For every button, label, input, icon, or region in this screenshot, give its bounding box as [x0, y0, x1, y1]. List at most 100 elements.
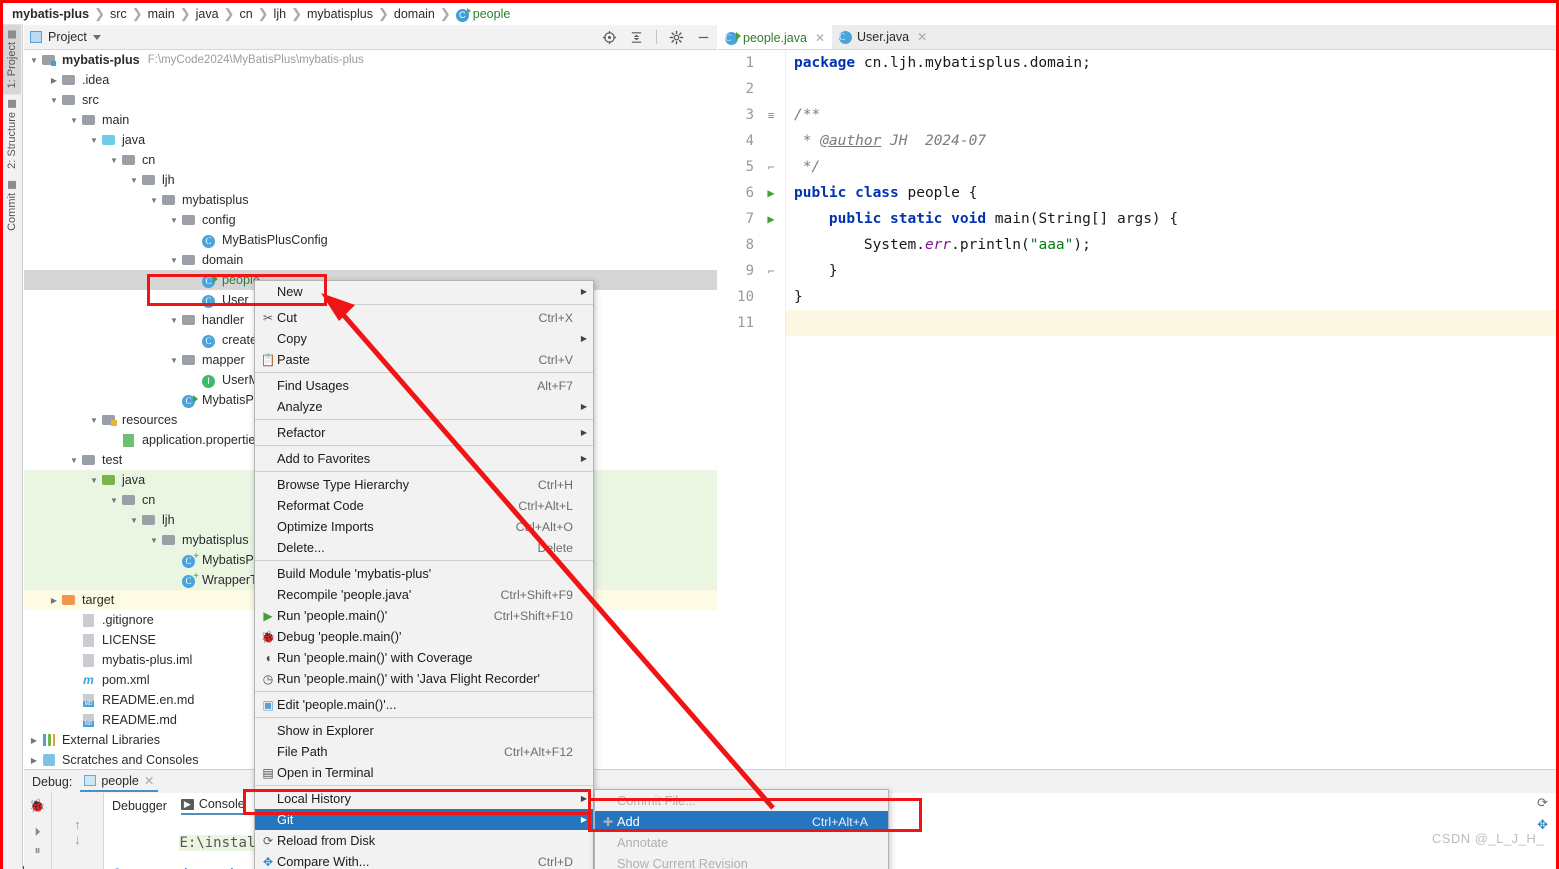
- chevron-right-icon[interactable]: ▶: [28, 736, 40, 745]
- code-line[interactable]: }: [786, 284, 1556, 310]
- code-line[interactable]: */: [786, 154, 1556, 180]
- tree-node[interactable]: ▶ .idea: [24, 70, 717, 90]
- chevron-down-icon[interactable]: ▼: [128, 176, 140, 185]
- chevron-down-icon[interactable]: ▼: [148, 536, 160, 545]
- debug-bug-icon[interactable]: 🐞: [24, 793, 51, 819]
- chevron-right-icon[interactable]: ▶: [28, 756, 40, 765]
- breadcrumb-leaf[interactable]: people: [473, 7, 511, 21]
- tab-debugger[interactable]: Debugger: [112, 799, 167, 813]
- chevron-down-icon[interactable]: ▼: [168, 356, 180, 365]
- menu-item[interactable]: Annotate: [595, 832, 888, 853]
- editor-tab-bar[interactable]: Cpeople.java ✕ C User.java ✕: [718, 24, 1556, 50]
- breadcrumb-item[interactable]: cn: [239, 7, 252, 21]
- chevron-down-icon[interactable]: ▼: [128, 516, 140, 525]
- tree-node[interactable]: ▼ domain: [24, 250, 717, 270]
- chevron-right-icon[interactable]: ▶: [48, 76, 60, 85]
- code-line[interactable]: }: [786, 258, 1556, 284]
- menu-item[interactable]: File Path Ctrl+Alt+F12: [255, 741, 593, 762]
- chevron-down-icon[interactable]: ▼: [88, 476, 100, 485]
- tree-node[interactable]: ▼ ljh: [24, 170, 717, 190]
- editor-tab[interactable]: Cpeople.java ✕: [718, 24, 833, 49]
- run-gutter-icon[interactable]: ▶: [758, 212, 784, 226]
- menu-item[interactable]: New ▶: [255, 281, 593, 302]
- chevron-down-icon[interactable]: ▼: [28, 56, 40, 65]
- git-submenu[interactable]: Commit File... ✚ Add Ctrl+Alt+A Annotate Show…: [594, 789, 889, 869]
- chevron-down-icon[interactable]: [92, 34, 101, 40]
- menu-item[interactable]: Copy ▶: [255, 328, 593, 349]
- chevron-down-icon[interactable]: ▼: [168, 256, 180, 265]
- debug-session-tab[interactable]: people ✕: [80, 771, 159, 792]
- chevron-down-icon[interactable]: ▼: [88, 136, 100, 145]
- breadcrumb-item[interactable]: src: [110, 7, 127, 21]
- breadcrumb-item[interactable]: java: [196, 7, 219, 21]
- menu-item[interactable]: ✚ Add Ctrl+Alt+A: [595, 811, 888, 832]
- tree-node[interactable]: C MyBatisPlusConfig: [24, 230, 717, 250]
- tool-window-button-commit[interactable]: Commit: [3, 175, 21, 237]
- menu-item[interactable]: ▶ Run 'people.main()' Ctrl+Shift+F10: [255, 605, 593, 626]
- pause-icon[interactable]: ⏸: [24, 843, 51, 858]
- step-down-icon[interactable]: ↓: [52, 832, 103, 847]
- menu-item[interactable]: 🐞 Debug 'people.main()': [255, 626, 593, 647]
- chevron-down-icon[interactable]: ▼: [68, 116, 80, 125]
- tree-node[interactable]: ▼ main: [24, 110, 717, 130]
- menu-item[interactable]: ▤ Open in Terminal: [255, 762, 593, 783]
- chevron-down-icon[interactable]: ▼: [48, 96, 60, 105]
- tool-window-button-project[interactable]: 1: Project: [3, 24, 21, 95]
- code-line[interactable]: public static void main(String[] args) {: [786, 206, 1556, 232]
- chevron-down-icon[interactable]: ▼: [168, 216, 180, 225]
- code-line[interactable]: [786, 76, 1556, 102]
- settings-gear-icon[interactable]: [669, 30, 684, 45]
- menu-item[interactable]: Show in Explorer: [255, 720, 593, 741]
- breadcrumb-item[interactable]: domain: [394, 7, 435, 21]
- menu-item[interactable]: ◖ Run 'people.main()' with Coverage: [255, 647, 593, 668]
- menu-item[interactable]: Git ▶: [255, 809, 593, 830]
- chevron-down-icon[interactable]: ▼: [168, 316, 180, 325]
- breadcrumb-item[interactable]: mybatis-plus: [12, 7, 89, 21]
- menu-item[interactable]: Reformat Code Ctrl+Alt+L: [255, 495, 593, 516]
- tool-window-button-structure[interactable]: 2: Structure: [3, 94, 21, 175]
- menu-item[interactable]: Show Current Revision: [595, 853, 888, 869]
- minimize-icon[interactable]: [696, 30, 711, 45]
- menu-item[interactable]: Recompile 'people.java' Ctrl+Shift+F9: [255, 584, 593, 605]
- menu-item[interactable]: Delete... Delete: [255, 537, 593, 558]
- close-icon[interactable]: ✕: [144, 773, 154, 788]
- menu-item[interactable]: ▣ Edit 'people.main()'...: [255, 694, 593, 715]
- menu-item[interactable]: ✂ Cut Ctrl+X: [255, 307, 593, 328]
- menu-item[interactable]: ✥ Compare With... Ctrl+D: [255, 851, 593, 869]
- tab-console[interactable]: ▶ Console: [180, 797, 245, 815]
- collapse-all-icon[interactable]: [629, 30, 644, 45]
- breadcrumb-item[interactable]: ljh: [274, 7, 287, 21]
- run-gutter-icon[interactable]: ▶: [758, 186, 784, 200]
- tree-node[interactable]: ▼ config: [24, 210, 717, 230]
- locate-icon[interactable]: [602, 30, 617, 45]
- tree-node[interactable]: ▼ mybatisplus: [24, 190, 717, 210]
- code-line[interactable]: System.err.println("aaa");: [786, 232, 1556, 258]
- code-editor[interactable]: 1 2 3 ≡ 4 5 ⌐ 6 ▶ 7 ▶ 8 9 ⌐ 10 11 package cn.ljh.mybati…: [718, 50, 1556, 768]
- code-line[interactable]: package cn.ljh.mybatisplus.domain;: [786, 50, 1556, 76]
- menu-item[interactable]: Build Module 'mybatis-plus': [255, 563, 593, 584]
- editor-tab[interactable]: C User.java ✕: [832, 24, 934, 49]
- menu-item[interactable]: Find Usages Alt+F7: [255, 375, 593, 396]
- close-icon[interactable]: ✕: [815, 31, 825, 45]
- tree-node[interactable]: ▼ cn: [24, 150, 717, 170]
- chevron-down-icon[interactable]: ▼: [68, 456, 80, 465]
- breadcrumb-item[interactable]: main: [148, 7, 175, 21]
- chevron-down-icon[interactable]: ▼: [108, 496, 120, 505]
- menu-item[interactable]: Browse Type Hierarchy Ctrl+H: [255, 474, 593, 495]
- chevron-down-icon[interactable]: ▼: [148, 196, 160, 205]
- chevron-down-icon[interactable]: ▼: [88, 416, 100, 425]
- menu-item[interactable]: ◷ Run 'people.main()' with 'Java Flight R…: [255, 668, 593, 689]
- close-icon[interactable]: ✕: [917, 30, 927, 44]
- resume-icon[interactable]: ⏵: [24, 825, 51, 840]
- breadcrumb-item[interactable]: mybatisplus: [307, 7, 373, 21]
- menu-item[interactable]: Commit File...: [595, 790, 888, 811]
- code-area[interactable]: package cn.ljh.mybatisplus.domain; /** * …: [786, 50, 1556, 768]
- code-line[interactable]: public class people {: [786, 180, 1556, 206]
- step-up-icon[interactable]: ↑: [52, 793, 103, 832]
- code-line[interactable]: /**: [786, 102, 1556, 128]
- tree-node[interactable]: ▼ mybatis-plus F:\myCode2024\MyBatisPlus\m…: [24, 50, 717, 70]
- tree-node[interactable]: ▼ src: [24, 90, 717, 110]
- code-line[interactable]: * @author JH 2024-07: [786, 128, 1556, 154]
- code-line[interactable]: [786, 310, 1556, 336]
- debug-tabs[interactable]: Debugger ▶ Console ≡: [104, 793, 266, 819]
